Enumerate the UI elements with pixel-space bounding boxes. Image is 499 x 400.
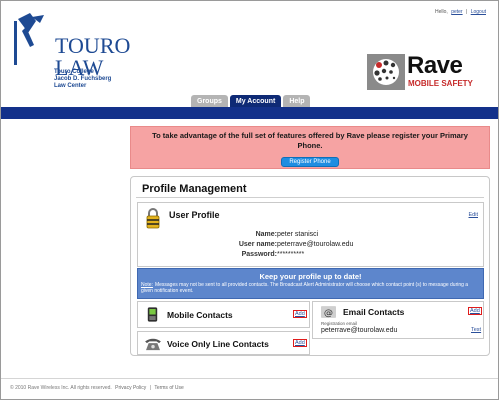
add-email-contact-link[interactable]: Add (468, 307, 482, 315)
rave-logo: Rave MOBILE SAFETY (367, 52, 479, 92)
touro-sub-2: Jacob D. Fuchsberg (54, 76, 112, 82)
keep-note: Note: Messages may not be sent to all pro… (141, 282, 481, 294)
footer-separator: | (149, 385, 151, 391)
terms-of-use-link[interactable]: Terms of Use (154, 385, 183, 391)
touro-sub-3: Law Center (54, 83, 87, 89)
register-phone-button[interactable]: Register Phone (281, 157, 339, 167)
register-banner: To take advantage of the full set of fea… (130, 126, 490, 169)
profile-management-title: Profile Management (142, 183, 247, 195)
keep-up-to-date-title: Keep your profile up to date! (259, 272, 362, 281)
profile-username-row: User name:peterrave@tourolaw.edu (215, 241, 354, 248)
voice-contacts-section: Voice Only Line Contacts Add (137, 331, 310, 355)
password-value: ********** (277, 251, 305, 258)
logout-link[interactable]: Logout (471, 9, 486, 15)
edit-profile-link[interactable]: Edit (469, 212, 478, 218)
lock-icon (146, 208, 160, 229)
rave-subtitle: MOBILE SAFETY (408, 79, 473, 88)
tab-groups[interactable]: Groups (191, 95, 228, 107)
nav-bar (1, 107, 498, 119)
username-value: peterrave@tourolaw.edu (277, 241, 354, 248)
profile-name-row: Name:peter stanisci (215, 231, 319, 238)
svg-text:@: @ (324, 307, 333, 318)
main-tabs: Groups My Account Help (191, 95, 311, 107)
landline-phone-icon (145, 338, 161, 351)
user-profile-title: User Profile (169, 210, 220, 220)
hello-text: Hello, (435, 9, 448, 15)
rave-wordmark: Rave (407, 52, 463, 79)
touro-subtitle: Touro College Jacob D. Fuchsberg Law Cen… (54, 69, 111, 90)
user-profile-section: User Profile Edit Name:peter stanisci Us… (137, 202, 484, 267)
footer-divider (1, 378, 498, 379)
footer: © 2010 Rave Wireless Inc. All rights res… (10, 385, 186, 391)
name-value: peter stanisci (277, 231, 319, 238)
email-contacts-section: @ Email Contacts Add Registration email … (312, 301, 484, 339)
email-at-icon: @ (321, 306, 336, 318)
mobile-phone-icon (147, 307, 158, 322)
add-mobile-contact-link[interactable]: Add (293, 310, 307, 318)
email-contacts-title: Email Contacts (343, 307, 405, 317)
username-label: User name: (238, 241, 277, 248)
title-divider (136, 197, 484, 198)
tab-my-account[interactable]: My Account (229, 95, 282, 107)
note-text: Messages may not be sent to all provided… (141, 282, 469, 294)
touro-word-1: TOURO (55, 33, 131, 58)
keep-up-to-date-banner: Keep your profile up to date! Note: Messa… (137, 268, 484, 299)
rave-mark-icon (367, 54, 405, 90)
mobile-contacts-section: Mobile Contacts Add (137, 301, 310, 328)
profile-management-panel: Profile Management User Profile Edit Nam… (130, 176, 490, 356)
voice-contacts-title: Voice Only Line Contacts (167, 339, 269, 349)
user-link[interactable]: peter (451, 9, 462, 15)
touro-sub-1: Touro College (54, 69, 94, 75)
footer-copyright: © 2010 Rave Wireless Inc. All rights res… (10, 385, 112, 391)
top-links-separator: | (466, 9, 468, 15)
header: Hello, peter | Logout TOURO LAW Touro Co… (1, 1, 498, 105)
test-email-link[interactable]: Test (471, 327, 481, 333)
touro-emblem-icon (14, 13, 44, 65)
mobile-contacts-title: Mobile Contacts (167, 310, 233, 320)
registration-email-label: Registration email (321, 321, 358, 326)
register-message: To take advantage of the full set of fea… (152, 131, 468, 150)
name-label: Name: (255, 231, 277, 238)
registration-email-value: peterrave@tourolaw.edu (321, 327, 398, 334)
password-label: Password: (241, 251, 277, 258)
touro-law-logo: TOURO LAW Touro College Jacob D. Fuchsbe… (12, 11, 132, 101)
tab-help[interactable]: Help (283, 95, 311, 107)
add-voice-contact-link[interactable]: Add (293, 339, 307, 347)
privacy-policy-link[interactable]: Privacy Policy (115, 385, 146, 391)
top-links: Hello, peter | Logout (433, 9, 486, 15)
profile-password-row: Password:********** (215, 251, 305, 258)
